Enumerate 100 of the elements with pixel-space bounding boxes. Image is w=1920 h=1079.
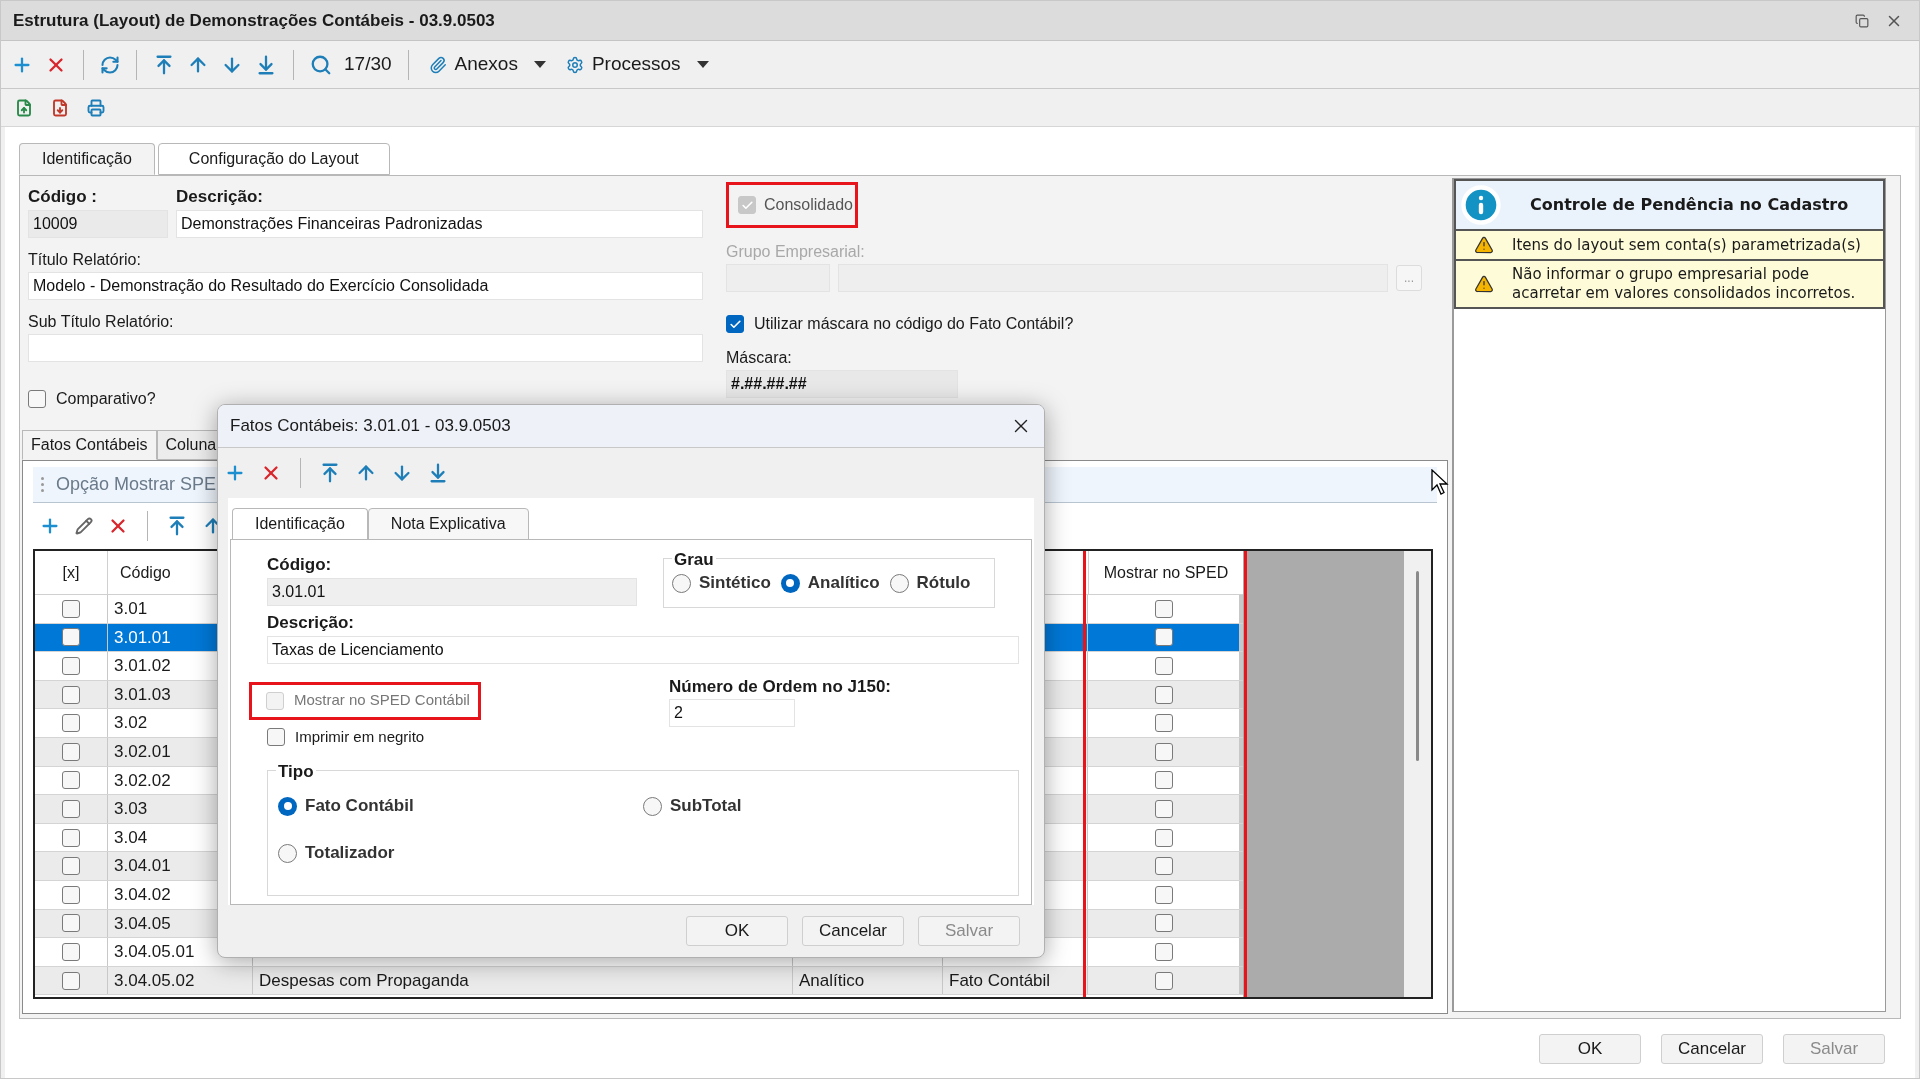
menu-button[interactable]: Anexos: [424, 50, 550, 79]
radio-button[interactable]: [278, 843, 297, 863]
radio-label: Sintético: [699, 572, 771, 595]
radio-button[interactable]: [889, 573, 909, 593]
checkbox[interactable]: [62, 799, 80, 818]
field-label: Grupo Empresarial:: [726, 242, 866, 262]
dialog-button[interactable]: OK: [1539, 1033, 1641, 1064]
text-field[interactable]: Demonstrações Financeiras Padronizadas: [176, 209, 703, 238]
record-position: 17/30: [344, 52, 392, 77]
checkbox[interactable]: [62, 685, 80, 704]
print-icon[interactable]: [87, 98, 105, 117]
check-icon: [740, 198, 754, 212]
refresh-icon[interactable]: [100, 54, 120, 75]
info-icon: [1460, 184, 1502, 226]
text-field[interactable]: 3.01.01: [267, 577, 637, 606]
checkbox[interactable]: [62, 599, 80, 618]
checkbox[interactable]: [1154, 685, 1173, 704]
checkbox[interactable]: [1154, 828, 1173, 847]
field-label: Descrição:: [267, 612, 355, 634]
tab[interactable]: Nota Explicativa: [367, 508, 529, 540]
text-field[interactable]: #.##.##.##: [726, 370, 958, 398]
search-icon[interactable]: [310, 53, 332, 76]
tab[interactable]: Identificação: [232, 508, 368, 540]
checkbox[interactable]: [1154, 628, 1173, 647]
checkbox[interactable]: [1154, 857, 1173, 876]
checkbox[interactable]: [267, 727, 285, 746]
checkbox[interactable]: [28, 389, 46, 408]
checkbox[interactable]: [1154, 914, 1173, 933]
tab[interactable]: Fatos Contábeis: [22, 430, 157, 460]
checkbox[interactable]: [1154, 742, 1173, 761]
checkbox[interactable]: [62, 971, 80, 990]
table-cell-text: 3.04.01: [114, 855, 171, 878]
table-cell-text: Fato Contábil: [949, 969, 1051, 992]
tab[interactable]: Configuração do Layout: [157, 143, 390, 175]
field-label: Máscara:: [726, 348, 793, 368]
check-icon: [728, 317, 742, 331]
restore-icon[interactable]: [1855, 13, 1869, 28]
scrollbar[interactable]: [1404, 551, 1431, 997]
table-cell-text: 3.01: [114, 598, 148, 621]
tab[interactable]: Identificação: [19, 143, 155, 175]
export-icon[interactable]: [51, 98, 69, 117]
field-label: Descrição:: [176, 186, 264, 208]
radio-button[interactable]: [643, 796, 662, 816]
checkbox[interactable]: [726, 315, 744, 333]
field-label: Número de Ordem no J150:: [669, 675, 891, 698]
grip-icon: [41, 477, 44, 492]
dialog-title: Fatos Contábeis: 3.01.01 - 03.9.0503: [230, 415, 511, 438]
import-icon[interactable]: [15, 98, 33, 117]
table-cell-text: 3.01.02: [114, 655, 171, 678]
table-cell-text: 3.01.03: [114, 683, 171, 706]
radio-label: SubTotal: [670, 795, 742, 818]
table-row[interactable]: 3.04.05.02 Despesas com Propaganda Analítico Fato Contábil: [35, 966, 1243, 996]
caret-icon: [533, 61, 546, 68]
checkbox[interactable]: [62, 742, 80, 761]
checkbox[interactable]: [1154, 971, 1173, 990]
checkbox[interactable]: [1154, 771, 1173, 790]
text-field[interactable]: [28, 333, 703, 362]
radio-label: Totalizador: [305, 842, 395, 865]
dialog-button[interactable]: OK: [686, 916, 788, 946]
checkbox[interactable]: [62, 771, 80, 790]
table-cell-text: 3.04.02: [114, 884, 171, 906]
text-field[interactable]: Modelo - Demonstração do Resultado do Exercício Consolidada: [28, 271, 703, 300]
table-cell-text: 3.03: [114, 798, 148, 821]
text-field[interactable]: 2: [669, 699, 795, 727]
table-cell-text: 3.02.02: [114, 769, 171, 792]
checkbox[interactable]: [62, 942, 80, 961]
checkbox-label: Utilizar máscara no código do Fato Contábil?: [754, 314, 1074, 334]
checkbox[interactable]: [1154, 942, 1173, 961]
checkbox[interactable]: [62, 628, 80, 647]
table-cell-text: 3.04: [114, 826, 148, 849]
checkbox[interactable]: [62, 914, 80, 933]
table-cell-text: 3.04.05.02: [114, 969, 195, 992]
dialog-button[interactable]: Cancelar: [802, 916, 904, 946]
gear-icon: [565, 55, 584, 74]
field-label: Título Relatório:: [28, 249, 142, 270]
warning-icon: [1474, 274, 1494, 294]
radio-button[interactable]: [672, 573, 691, 593]
checkbox-label: Mostrar no SPED Contábil: [294, 690, 470, 711]
checkbox[interactable]: [1154, 599, 1173, 618]
radio-button[interactable]: [278, 796, 297, 816]
checkbox[interactable]: [62, 885, 80, 904]
dialog-button[interactable]: Cancelar: [1661, 1033, 1763, 1064]
checkbox[interactable]: [1154, 799, 1173, 818]
column-header[interactable]: [x]: [35, 551, 108, 594]
text-field[interactable]: Taxas de Licenciamento: [267, 635, 1019, 664]
checkbox[interactable]: [1154, 885, 1173, 904]
paperclip-icon: [428, 55, 447, 74]
checkbox[interactable]: [1154, 714, 1173, 733]
radio-button[interactable]: [780, 573, 800, 593]
field-label: Código:: [267, 554, 333, 576]
warning-text: Itens do layout sem conta(s) parametrizada(s): [1512, 235, 1861, 255]
menu-button[interactable]: Processos: [561, 50, 713, 79]
edit-icon[interactable]: [75, 517, 93, 535]
checkbox[interactable]: [62, 828, 80, 847]
checkbox[interactable]: [62, 657, 80, 675]
text-field[interactable]: 10009: [28, 209, 168, 238]
checkbox[interactable]: [1154, 657, 1173, 675]
checkbox[interactable]: [62, 714, 80, 733]
checkbox[interactable]: [62, 857, 80, 876]
table-cell-text: 3.02: [114, 712, 148, 735]
